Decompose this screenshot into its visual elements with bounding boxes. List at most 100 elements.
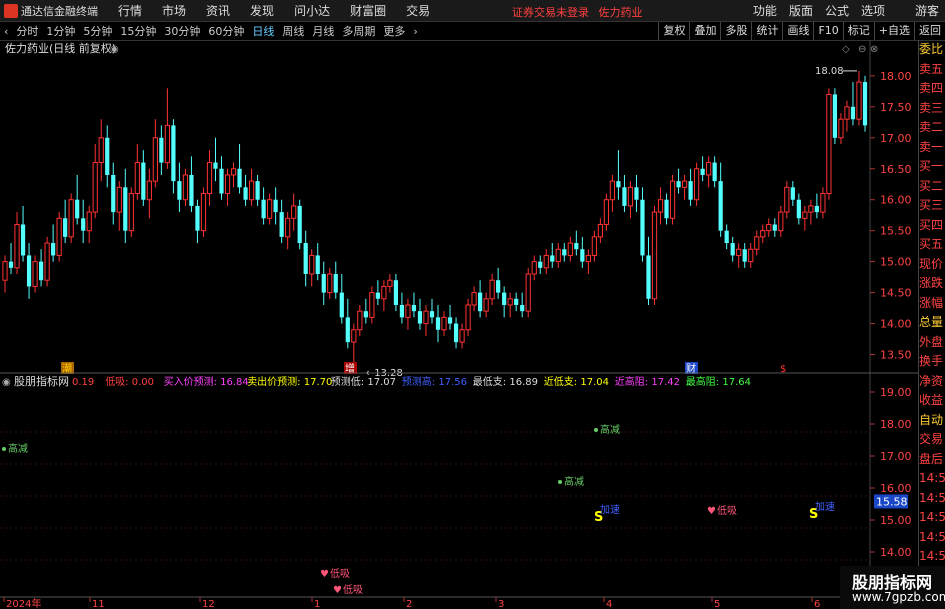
menu-right-0[interactable]: 功能 — [747, 2, 783, 19]
chart-diamond-icon[interactable]: ◇ — [842, 44, 850, 55]
candle-body-130 — [784, 186, 790, 213]
toolbar-btn-0[interactable]: 复权 — [658, 22, 689, 40]
side-item-8[interactable]: 买三 — [919, 196, 945, 216]
menu-item-1[interactable]: 市场 — [152, 2, 196, 19]
side-item-11[interactable]: 现价 — [919, 255, 945, 275]
scroll-left-icon[interactable]: ‹ — [0, 25, 12, 38]
period-tab-10[interactable]: 更多 — [379, 23, 409, 39]
period-tab-2[interactable]: 5分钟 — [79, 23, 116, 39]
candle-body-39 — [237, 168, 242, 188]
period-tab-9[interactable]: 多周期 — [338, 23, 379, 39]
chart-area[interactable]: 佐力药业(日线 前复权)◉ ◇ ⊖ ⊗18.0017.5017.0016.5016.0… — [0, 40, 918, 609]
menu-right-3[interactable]: 选项 — [855, 2, 891, 19]
candle-body-46 — [279, 212, 284, 237]
side-item-2[interactable]: 卖四 — [919, 79, 945, 99]
side-item-17[interactable]: 净资 — [919, 372, 945, 392]
candle-body-129 — [778, 211, 784, 232]
candle-body-89 — [538, 261, 543, 268]
period-tab-0[interactable]: 分时 — [12, 23, 42, 39]
side-item-21[interactable]: 盘后 — [919, 450, 945, 470]
side-item-16[interactable]: 换手 — [919, 352, 945, 372]
period-tab-7[interactable]: 周线 — [278, 23, 308, 39]
menu-item-4[interactable]: 问小达 — [284, 2, 340, 19]
accelerate-label-0: 加速 — [600, 504, 620, 516]
side-item-10[interactable]: 买五 — [919, 235, 945, 255]
side-item-26[interactable]: 14:56 — [919, 547, 945, 567]
period-tab-1[interactable]: 1分钟 — [42, 23, 79, 39]
candle-body-6 — [38, 261, 44, 281]
menu-right-2[interactable]: 公式 — [819, 2, 855, 19]
toolbar-btn-3[interactable]: 统计 — [751, 22, 782, 40]
price-tick-8: 14.00 — [880, 318, 912, 331]
chart-settings-icon[interactable]: ◉ — [110, 44, 119, 55]
side-item-14[interactable]: 总量 — [919, 313, 945, 333]
menu-item-2[interactable]: 资讯 — [196, 2, 240, 19]
side-item-0[interactable]: 委比 — [919, 40, 945, 60]
candle-body-27 — [164, 124, 170, 164]
candle-body-73 — [441, 316, 447, 331]
toolbar-btn-4[interactable]: 画线 — [782, 22, 813, 40]
login-warning[interactable]: 证券交易未登录 佐力药业 — [512, 4, 643, 20]
side-item-7[interactable]: 买二 — [919, 177, 945, 197]
side-item-23[interactable]: 14:56 — [919, 489, 945, 509]
menu-item-6[interactable]: 交易 — [396, 2, 440, 19]
side-item-13[interactable]: 涨幅 — [919, 294, 945, 314]
toolbar-btn-6[interactable]: 标记 — [842, 22, 874, 40]
candle-body-118 — [712, 162, 717, 182]
date-tick-5: 3 — [498, 599, 504, 609]
toolbar-btn-7[interactable]: +自选 — [873, 22, 914, 40]
buy-low-icon-1: ♥ — [707, 506, 716, 517]
candle-body-21 — [128, 193, 134, 232]
indicator-settings-icon[interactable]: ◉ — [2, 377, 11, 388]
toolbar-btn-1[interactable]: 叠加 — [689, 22, 720, 40]
period-tab-5[interactable]: 60分钟 — [204, 23, 248, 39]
side-item-3[interactable]: 卖三 — [919, 99, 945, 119]
buy-low-label-0: 低吸 — [330, 567, 350, 580]
chart-minimize-icon[interactable]: ⊖ — [858, 44, 866, 55]
menu-item-5[interactable]: 财富圈 — [340, 2, 396, 19]
side-item-25[interactable]: 14:56 — [919, 528, 945, 548]
period-tab-3[interactable]: 15分钟 — [116, 23, 160, 39]
side-item-18[interactable]: 收益 — [919, 391, 945, 411]
reduce-dot-0 — [2, 447, 6, 451]
chart-close-icon[interactable]: ⊗ — [870, 44, 878, 55]
candle-body-58 — [351, 329, 357, 343]
price-tick-1: 17.50 — [880, 101, 912, 114]
side-item-19[interactable]: 自动 — [919, 411, 945, 431]
candle-body-140 — [844, 106, 850, 120]
side-item-24[interactable]: 14:56 — [919, 508, 945, 528]
candle-body-108 — [651, 211, 658, 300]
menu-right: 功能 版面 公式 选项 游客 — [747, 0, 945, 21]
toolbar-btn-2[interactable]: 多股 — [720, 22, 751, 40]
candle-body-88 — [531, 261, 537, 275]
candle-body-57 — [345, 317, 350, 343]
candle-body-123 — [742, 249, 747, 262]
candle-body-84 — [507, 298, 513, 306]
period-tab-4[interactable]: 30分钟 — [160, 23, 204, 39]
period-tab-6[interactable]: 日线 — [248, 23, 278, 39]
side-item-9[interactable]: 买四 — [919, 216, 945, 236]
period-tab-8[interactable]: 月线 — [308, 23, 338, 39]
date-tick-6: 4 — [606, 599, 612, 609]
toolbar-btn-5[interactable]: F10 — [813, 22, 842, 40]
side-item-20[interactable]: 交易 — [919, 430, 945, 450]
side-item-12[interactable]: 涨跌 — [919, 274, 945, 294]
menu-right-4[interactable]: 游客 — [909, 2, 945, 19]
side-item-15[interactable]: 外盘 — [919, 333, 945, 353]
candle-body-13 — [81, 218, 86, 231]
candle-body-106 — [640, 199, 645, 256]
side-item-5[interactable]: 卖一 — [919, 138, 945, 158]
candle-body-110 — [664, 199, 669, 219]
candle-body-92 — [555, 248, 561, 263]
side-item-1[interactable]: 卖五 — [919, 60, 945, 80]
menu-item-0[interactable]: 行情 — [108, 2, 152, 19]
toolbar-btn-8[interactable]: 返回 — [914, 22, 945, 40]
reduce-dot-2 — [558, 480, 562, 484]
candle-body-9 — [56, 217, 62, 256]
menu-right-1[interactable]: 版面 — [783, 2, 819, 19]
side-item-4[interactable]: 卖二 — [919, 118, 945, 138]
more-chevron-icon[interactable]: › — [409, 25, 421, 38]
side-item-22[interactable]: 14:56 — [919, 469, 945, 489]
side-item-6[interactable]: 买一 — [919, 157, 945, 177]
menu-item-3[interactable]: 发现 — [240, 2, 284, 19]
